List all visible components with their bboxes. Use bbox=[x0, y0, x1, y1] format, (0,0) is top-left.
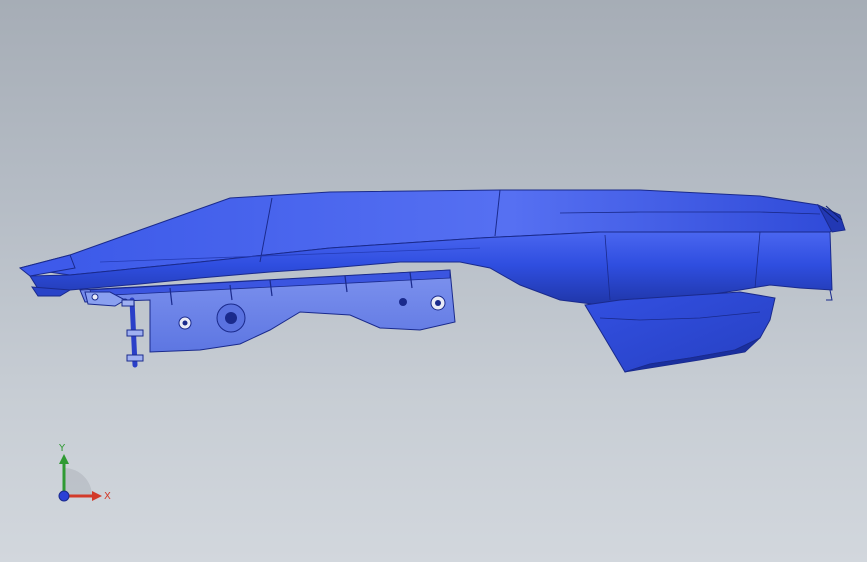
model-canvas[interactable] bbox=[0, 0, 867, 562]
y-axis-label: Y bbox=[58, 443, 66, 454]
x-axis-arrow-icon bbox=[92, 491, 102, 501]
x-axis-label: X bbox=[104, 491, 111, 502]
cad-viewport[interactable]: Y X bbox=[0, 0, 867, 562]
z-axis-dot bbox=[58, 490, 70, 502]
small-hole bbox=[399, 298, 407, 306]
wheel-arch-flare[interactable] bbox=[584, 291, 776, 373]
triad-plane bbox=[64, 468, 92, 496]
support-rod[interactable] bbox=[121, 297, 144, 368]
y-axis-arrow-icon bbox=[59, 454, 69, 464]
orientation-triad[interactable]: Y X bbox=[40, 438, 120, 518]
